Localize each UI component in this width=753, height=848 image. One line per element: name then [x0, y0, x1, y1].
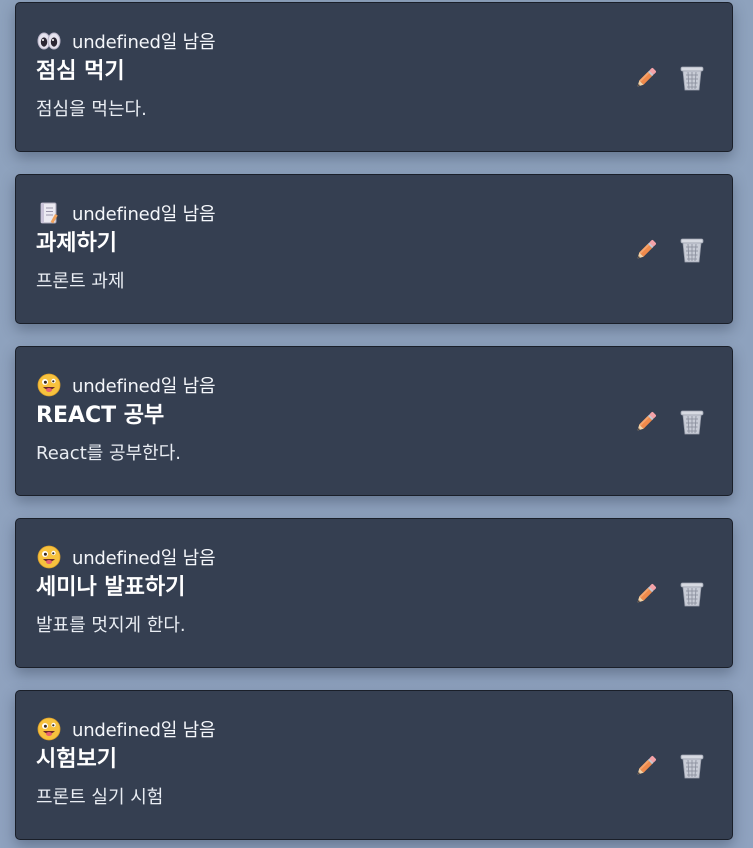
pencil-icon	[637, 412, 656, 431]
delete-button[interactable]	[678, 63, 706, 93]
delete-button[interactable]	[678, 751, 706, 781]
delete-button[interactable]	[678, 235, 706, 265]
todo-meta: undefined일 남음	[36, 715, 612, 743]
remaining-days: undefined일 남음	[72, 32, 216, 53]
notebook-icon	[36, 200, 62, 226]
pencil-icon	[637, 68, 656, 87]
remaining-days: undefined일 남음	[72, 548, 216, 569]
todo-actions	[632, 63, 706, 93]
todo-title: REACT 공부	[36, 403, 165, 428]
delete-button[interactable]	[678, 579, 706, 609]
pencil-icon	[637, 240, 656, 259]
todo-actions	[632, 579, 706, 609]
todo-list: undefined일 남음 점심 먹기 점심을 먹는다. undefined일 …	[0, 0, 753, 848]
trash-icon	[680, 754, 704, 779]
trash-icon	[680, 582, 704, 607]
eyes-icon	[36, 28, 62, 54]
todo-actions	[632, 235, 706, 265]
todo-meta: undefined일 남음	[36, 371, 612, 399]
zany-face-icon	[36, 716, 62, 742]
edit-button[interactable]	[632, 751, 660, 781]
delete-button[interactable]	[678, 407, 706, 437]
todo-meta: undefined일 남음	[36, 27, 612, 55]
zany-face-icon	[36, 372, 62, 398]
todo-actions	[632, 751, 706, 781]
todo-title: 세미나 발표하기	[36, 575, 186, 600]
remaining-days: undefined일 남음	[72, 720, 216, 741]
trash-icon	[680, 238, 704, 263]
todo-info: undefined일 남음 과제하기 프론트 과제	[36, 199, 612, 295]
todo-description: 발표를 멋지게 한다.	[36, 615, 186, 636]
todo-info: undefined일 남음 점심 먹기 점심을 먹는다.	[36, 27, 612, 123]
todo-description: 프론트 과제	[36, 271, 125, 292]
todo-description: React를 공부한다.	[36, 443, 181, 464]
todo-description: 점심을 먹는다.	[36, 99, 147, 120]
todo-title: 과제하기	[36, 231, 117, 256]
todo-card: undefined일 남음 REACT 공부 React를 공부한다.	[15, 346, 733, 496]
todo-title: 시험보기	[36, 747, 117, 772]
trash-icon	[680, 410, 704, 435]
todo-card: undefined일 남음 과제하기 프론트 과제	[15, 174, 733, 324]
pencil-icon	[637, 756, 656, 775]
todo-meta: undefined일 남음	[36, 199, 612, 227]
todo-info: undefined일 남음 REACT 공부 React를 공부한다.	[36, 371, 612, 467]
todo-description: 프론트 실기 시험	[36, 787, 164, 808]
edit-button[interactable]	[632, 235, 660, 265]
edit-button[interactable]	[632, 579, 660, 609]
zany-face-icon	[36, 544, 62, 570]
trash-icon	[680, 66, 704, 91]
pencil-icon	[637, 584, 656, 603]
todo-meta: undefined일 남음	[36, 543, 612, 571]
remaining-days: undefined일 남음	[72, 376, 216, 397]
todo-actions	[632, 407, 706, 437]
edit-button[interactable]	[632, 407, 660, 437]
todo-card: undefined일 남음 시험보기 프론트 실기 시험	[15, 690, 733, 840]
edit-button[interactable]	[632, 63, 660, 93]
todo-title: 점심 먹기	[36, 59, 125, 84]
todo-card: undefined일 남음 점심 먹기 점심을 먹는다.	[15, 2, 733, 152]
todo-info: undefined일 남음 시험보기 프론트 실기 시험	[36, 715, 612, 811]
todo-info: undefined일 남음 세미나 발표하기 발표를 멋지게 한다.	[36, 543, 612, 639]
remaining-days: undefined일 남음	[72, 204, 216, 225]
todo-card: undefined일 남음 세미나 발표하기 발표를 멋지게 한다.	[15, 518, 733, 668]
